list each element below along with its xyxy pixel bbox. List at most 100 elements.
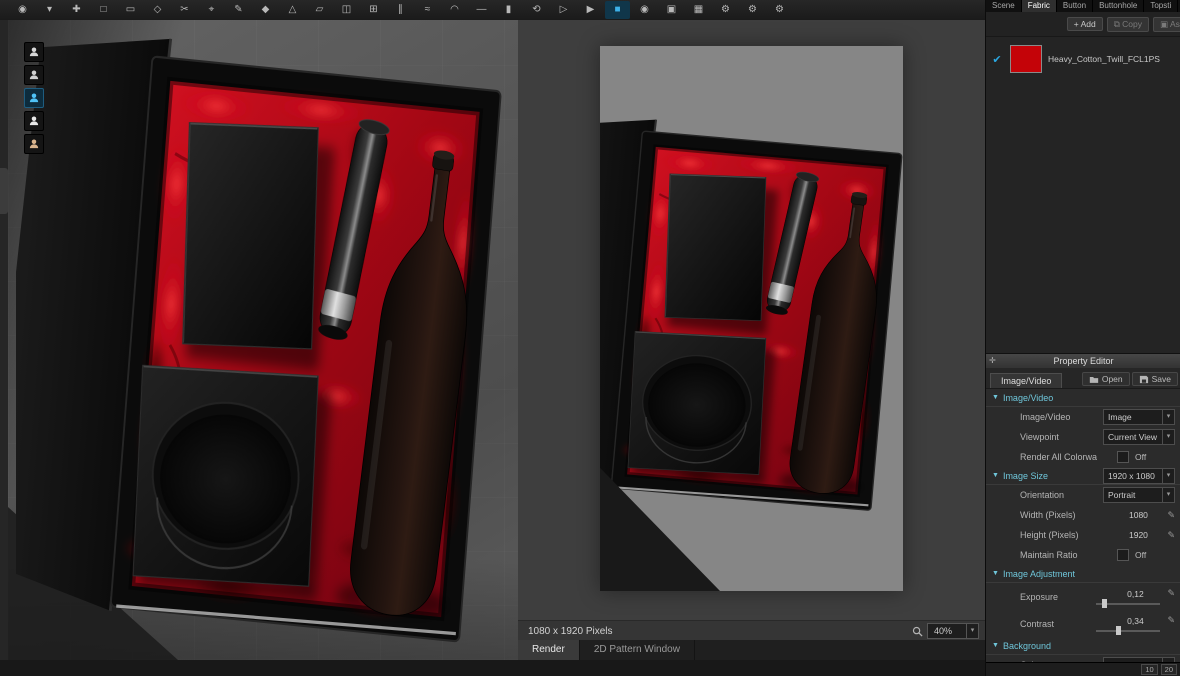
checkbox[interactable]: [1117, 451, 1129, 463]
collapse-triangle-icon[interactable]: ▼: [992, 472, 999, 479]
slider-value-row: 0,12 ✎: [1109, 588, 1175, 599]
value-dropdown[interactable]: Current View ▾: [1103, 429, 1175, 445]
wave-tool-icon[interactable]: ≈: [415, 1, 440, 19]
reset-view-icon[interactable]: ⟲: [524, 1, 549, 19]
property-row: Maintain Ratio Off: [986, 545, 1180, 565]
seam-tool-icon[interactable]: ∥: [388, 1, 413, 19]
parallelogram-tool-icon[interactable]: ▱: [307, 1, 332, 19]
chevron-down-icon: ▾: [1162, 410, 1174, 424]
rectangle-tool-icon[interactable]: □: [91, 1, 116, 19]
property-row: Contrast 0,34 ✎: [986, 610, 1180, 637]
show-skin-button[interactable]: [24, 134, 44, 154]
show-avatar-2-button[interactable]: [24, 65, 44, 85]
value-dropdown[interactable]: Portrait ▾: [1103, 487, 1175, 503]
show-garment-button[interactable]: [24, 88, 44, 108]
property-label: Maintain Ratio: [1020, 550, 1078, 560]
value-dropdown[interactable]: Image ▾: [1103, 409, 1175, 425]
person-icon: [29, 116, 39, 126]
marker-tool-icon[interactable]: ▮: [496, 1, 521, 19]
edit-icon[interactable]: ✎: [1167, 510, 1175, 521]
polygon-tool-icon[interactable]: ◇: [145, 1, 170, 19]
property-control: Off: [1117, 549, 1175, 561]
property-control: Off: [1117, 451, 1175, 463]
grid-tool-icon[interactable]: ⊞: [361, 1, 386, 19]
slider-track[interactable]: [1096, 599, 1160, 608]
target-tool-icon[interactable]: ⌖: [199, 1, 224, 19]
disk-icon: [1139, 375, 1148, 383]
left-panel-handle[interactable]: [0, 168, 8, 214]
tab-fabric[interactable]: Fabric: [1021, 0, 1057, 12]
footer-button-20[interactable]: 20: [1160, 664, 1177, 675]
snapshot-icon[interactable]: ▣: [659, 1, 684, 19]
select-tool-icon[interactable]: ▾: [37, 1, 62, 19]
property-label: Orientation: [1020, 490, 1065, 500]
section-header[interactable]: ▼ Image/Video: [986, 389, 1180, 407]
play-animation-icon[interactable]: ▷: [551, 1, 576, 19]
fabric-list-item[interactable]: ✔ Heavy_Cotton_Twill_FCL1PS: [986, 37, 1180, 81]
copy-button[interactable]: ⧉ Copy: [1106, 16, 1150, 32]
footer-button-10[interactable]: 10: [1141, 664, 1158, 675]
pen-tool-icon[interactable]: ✎: [226, 1, 251, 19]
edit-icon[interactable]: ✎: [1167, 530, 1175, 541]
tab-render[interactable]: Render: [518, 640, 580, 660]
toolbar-group-render: ⟲ ▷ ▶ ■ ◉ ▣ ▦ ⚙ ⚙ ⚙: [524, 0, 792, 20]
collapse-triangle-icon[interactable]: ▼: [992, 570, 999, 577]
tab-scene[interactable]: Scene: [986, 0, 1022, 12]
save-button[interactable]: Save: [1131, 372, 1178, 386]
stop-icon[interactable]: ◉: [632, 1, 657, 19]
config-gear-icon[interactable]: ⚙: [767, 1, 792, 19]
curve-tool-icon[interactable]: ◠: [442, 1, 467, 19]
sync-settings-gear-icon[interactable]: ⚙: [740, 1, 765, 19]
open-button[interactable]: Open: [1081, 372, 1130, 386]
tab-2d-pattern-window[interactable]: 2D Pattern Window: [580, 640, 695, 660]
property-groups: ▼ Image/Video Image/Video Image ▾ Viewpoint Cu…: [986, 389, 1180, 675]
mirror-tool-icon[interactable]: ◫: [334, 1, 359, 19]
fabric-swatch[interactable]: [1010, 45, 1042, 73]
avatar-menu-icon[interactable]: ◉: [10, 1, 35, 19]
edit-icon[interactable]: ✎: [1167, 615, 1175, 626]
section-header[interactable]: ▼ Background: [986, 637, 1180, 655]
record-icon[interactable]: ▶: [578, 1, 603, 19]
collapse-triangle-icon[interactable]: ▼: [992, 394, 999, 401]
property-row: Render All Colorwa Off: [986, 447, 1180, 467]
collapse-triangle-icon[interactable]: ▼: [992, 642, 999, 649]
section-header[interactable]: ▼ Image Adjustment: [986, 565, 1180, 583]
slider-handle[interactable]: [1101, 599, 1107, 608]
line-tool-icon[interactable]: —: [469, 1, 494, 19]
pattern-tool-icon[interactable]: ▭: [118, 1, 143, 19]
slider-track[interactable]: [1096, 626, 1160, 635]
property-row: Viewpoint Current View ▾: [986, 427, 1180, 447]
assign-button[interactable]: ▣ Assi: [1153, 16, 1180, 32]
library-property-panel: Scene Fabric Button Buttonhole Topsti + Add ⧉…: [985, 0, 1180, 676]
triangle-tool-icon[interactable]: △: [280, 1, 305, 19]
chevron-down-icon: ▾: [1162, 488, 1174, 502]
add-button[interactable]: + Add: [1066, 17, 1103, 31]
tab-topsti[interactable]: Topsti: [1144, 0, 1179, 12]
checkbox[interactable]: [1117, 549, 1129, 561]
camera-icon[interactable]: ▦: [686, 1, 711, 19]
slider-control: 0,34 ✎: [1096, 615, 1175, 635]
property-control: 1080 ✎: [1112, 510, 1175, 521]
render-settings-gear-icon[interactable]: ⚙: [713, 1, 738, 19]
render-window: [518, 20, 985, 620]
folder-icon: [1089, 376, 1098, 383]
section-header[interactable]: ▼ Image Size 1920 x 1080 ▾: [986, 467, 1180, 485]
show-pattern-button[interactable]: [24, 111, 44, 131]
active-render-mode-icon[interactable]: ■: [605, 1, 630, 19]
edit-icon[interactable]: ✎: [1167, 588, 1175, 599]
pin-tool-icon[interactable]: ◆: [253, 1, 278, 19]
show-avatar-1-button[interactable]: [24, 42, 44, 62]
zoom-dropdown[interactable]: 40% ▾: [927, 623, 979, 639]
rendered-scene: [600, 46, 903, 591]
property-control: 0,34 ✎: [1096, 615, 1175, 635]
panel-expand-icon[interactable]: ✛: [989, 354, 996, 368]
tab-image-video[interactable]: Image/Video: [990, 373, 1063, 388]
tab-button[interactable]: Button: [1057, 0, 1094, 12]
section-value-dropdown[interactable]: 1920 x 1080 ▾: [1103, 467, 1175, 484]
cut-tool-icon[interactable]: ✂: [172, 1, 197, 19]
add-point-tool-icon[interactable]: ✚: [64, 1, 89, 19]
property-editor-tabrow: Image/Video Open Save: [986, 368, 1180, 389]
3d-viewport[interactable]: [8, 20, 518, 660]
slider-handle[interactable]: [1115, 626, 1121, 635]
tab-buttonhole[interactable]: Buttonhole: [1093, 0, 1145, 12]
